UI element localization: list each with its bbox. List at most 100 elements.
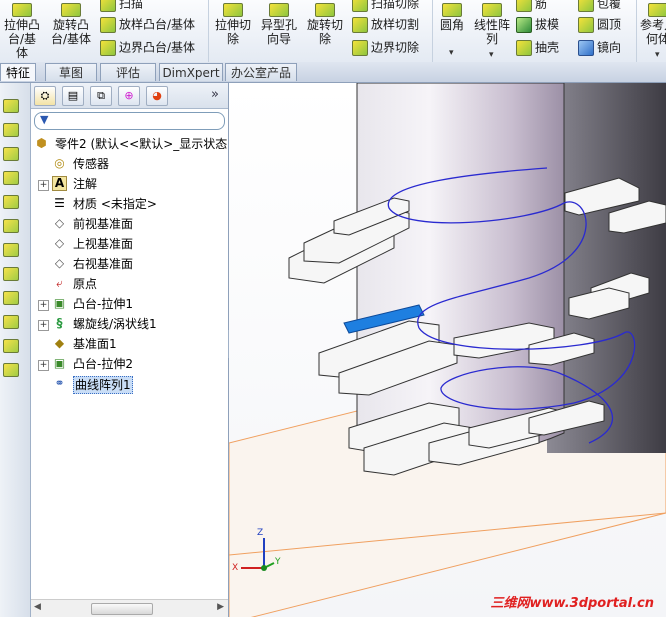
tool-icon[interactable] (3, 99, 19, 113)
draft-button[interactable]: 拔模 (516, 17, 559, 33)
tree-item-label: 凸台-拉伸1 (73, 297, 133, 311)
tree-item-front-plane[interactable]: ◇ 前视基准面 (31, 214, 228, 234)
expand-icon[interactable]: + (38, 360, 49, 371)
tree-item-plane1[interactable]: ◆ 基准面1 (31, 334, 228, 354)
tool-icon[interactable] (3, 147, 19, 161)
extrude-cut-icon (223, 3, 243, 17)
scroll-thumb[interactable] (91, 603, 153, 615)
ref-geometry-dropdown-icon[interactable]: ▾ (655, 50, 660, 60)
tool-icon[interactable] (3, 267, 19, 281)
revolve-boss-button[interactable]: 旋转凸台/基体 (48, 3, 94, 46)
loft-cut-button[interactable]: 放样切割 (352, 17, 419, 33)
revolve-cut-label: 旋转切除 (306, 18, 343, 46)
tab-dimxpert[interactable]: DimXpert (159, 63, 223, 81)
tool-icon[interactable] (3, 315, 19, 329)
sensor-icon: ◎ (54, 156, 65, 170)
display-manager-tab[interactable]: ◕ (146, 86, 168, 106)
tree-item-label: 右视基准面 (73, 257, 134, 271)
dome-label: 圆顶 (597, 17, 622, 32)
tool-icon[interactable] (3, 291, 19, 305)
extrude-cut-label: 拉伸切除 (214, 18, 251, 46)
tree-item-sensors[interactable]: ◎ 传感器 (31, 154, 228, 174)
tree-item-label: 传感器 (73, 157, 110, 171)
tree-item-boss-extrude2[interactable]: + ▣ 凸台-拉伸2 (31, 354, 228, 374)
tree-item-top-plane[interactable]: ◇ 上视基准面 (31, 234, 228, 254)
revolve-cut-button[interactable]: 旋转切除 (304, 3, 346, 46)
property-manager-tab[interactable]: ▤ (62, 86, 84, 106)
loft-boss-button[interactable]: 放样凸台/基体 (100, 17, 195, 33)
scroll-right-icon[interactable]: ▶ (217, 602, 224, 612)
dimxpert-manager-tab[interactable]: ⊕ (118, 86, 140, 106)
shell-label: 抽壳 (535, 40, 560, 55)
linear-pattern-button[interactable]: 线性阵列 (472, 3, 512, 46)
tool-icon[interactable] (3, 243, 19, 257)
horizontal-scrollbar[interactable]: ◀ ▶ (31, 599, 228, 617)
fillet-dropdown-icon[interactable]: ▾ (449, 48, 454, 58)
tree-item-helix1[interactable]: + § 螺旋线/涡状线1 (31, 314, 228, 334)
extrude-icon: ▣ (53, 356, 66, 370)
sweep-label: 扫描 (119, 0, 144, 11)
tree-item-material[interactable]: ☰ 材质 <未指定> (31, 194, 228, 214)
sweep-button[interactable]: 扫描 (100, 0, 143, 12)
rib-button[interactable]: 筋 (516, 0, 547, 12)
tree-item-annotations[interactable]: + A 注解 (31, 174, 228, 194)
configuration-manager-tab[interactable]: ⧉ (90, 86, 112, 106)
axis-y-label: Y (275, 557, 281, 567)
tab-features[interactable]: 特征 (0, 63, 36, 81)
tool-icon[interactable] (3, 123, 19, 137)
ribbon-separator (208, 0, 209, 62)
wrap-button[interactable]: 包覆 (578, 0, 621, 12)
tool-icon[interactable] (3, 363, 19, 377)
extrude-boss-button[interactable]: 拉伸凸台/基体 (2, 3, 42, 60)
tab-sketch[interactable]: 草图 (45, 63, 97, 81)
hole-wizard-label: 异型孔向导 (260, 18, 297, 46)
sweep-cut-button[interactable]: 扫描切除 (352, 0, 419, 12)
revolve-boss-label: 旋转凸台/基体 (50, 18, 92, 46)
expand-icon[interactable]: + (38, 300, 49, 311)
tree-item-curve-pattern1[interactable]: ⚭ 曲线阵列1 (31, 374, 228, 394)
extrude-cut-button[interactable]: 拉伸切除 (212, 3, 254, 46)
hole-wizard-button[interactable]: 异型孔向导 (258, 3, 300, 46)
tree-item-origin[interactable]: ⤶ 原点 (31, 274, 228, 294)
tree-item-right-plane[interactable]: ◇ 右视基准面 (31, 254, 228, 274)
dome-button[interactable]: 圆顶 (578, 17, 621, 33)
sweep-icon (100, 0, 116, 12)
tab-office-products[interactable]: 办公室产品 (225, 63, 297, 81)
material-icon: ☰ (54, 196, 65, 210)
tool-icon[interactable] (3, 339, 19, 353)
scroll-left-icon[interactable]: ◀ (34, 602, 41, 612)
axis-z-label: Z (257, 528, 264, 538)
tree-filter-input[interactable]: ▼ (34, 112, 225, 130)
panel-tabs: ⛭ ▤ ⧉ ⊕ ◕ » (31, 83, 228, 109)
tool-icon[interactable] (3, 219, 19, 233)
reference-geometry-label: 参考几何体 (639, 18, 666, 46)
wrap-label: 包覆 (597, 0, 622, 11)
tool-icon[interactable] (3, 195, 19, 209)
boundary-boss-icon (100, 40, 116, 56)
graphics-viewport[interactable]: Z X Y 三维网www.3dportal.cn (229, 83, 666, 617)
boundary-boss-button[interactable]: 边界凸台/基体 (100, 40, 195, 56)
boundary-cut-button[interactable]: 边界切除 (352, 40, 419, 56)
plane-icon: ◆ (54, 336, 65, 350)
loft-boss-label: 放样凸台/基体 (119, 17, 196, 32)
reference-geometry-button[interactable]: 参考几何体 (638, 3, 666, 46)
tree-root-part[interactable]: ⬢ 零件2 (默认<<默认>_显示状态 (31, 134, 228, 154)
tab-evaluate[interactable]: 评估 (100, 63, 156, 81)
plane-icon: ◇ (54, 216, 65, 230)
fillet-button[interactable]: 圆角 (436, 3, 468, 32)
feature-manager-tab[interactable]: ⛭ (34, 86, 56, 106)
tree-item-label-selected: 曲线阵列1 (73, 376, 133, 394)
shell-button[interactable]: 抽壳 (516, 40, 559, 56)
tree-item-label: 基准面1 (73, 337, 117, 351)
pattern-dropdown-icon[interactable]: ▾ (489, 50, 494, 60)
expand-icon[interactable]: + (38, 180, 49, 191)
tree-item-boss-extrude1[interactable]: + ▣ 凸台-拉伸1 (31, 294, 228, 314)
extrude-icon: ▣ (53, 296, 66, 310)
watermark: 三维网www.3dportal.cn (490, 596, 654, 611)
linear-pattern-label: 线性阵列 (473, 18, 510, 46)
expand-icon[interactable]: + (38, 320, 49, 331)
tool-icon[interactable] (3, 171, 19, 185)
mirror-button[interactable]: 镜向 (578, 40, 621, 56)
tree-item-label: 零件2 (默认<<默认>_显示状态 (55, 137, 228, 151)
more-tabs-icon[interactable]: » (211, 87, 219, 102)
